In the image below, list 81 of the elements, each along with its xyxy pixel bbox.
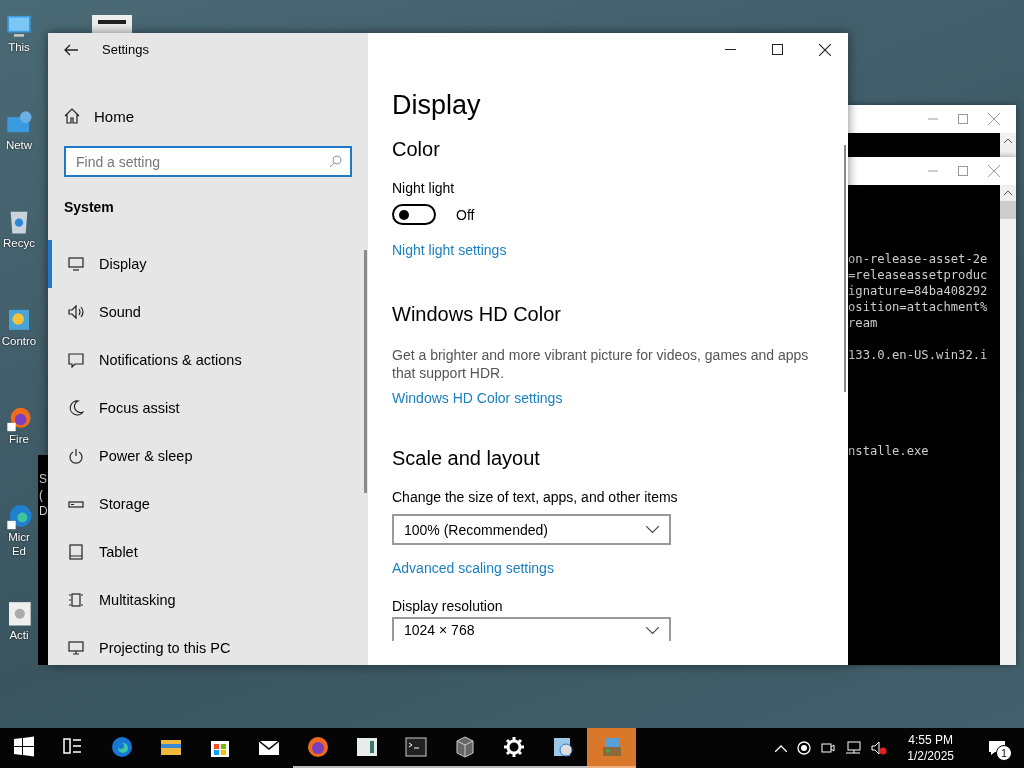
link[interactable]: Night light settings bbox=[392, 242, 507, 258]
window-title: Settings bbox=[102, 42, 149, 57]
setting-label: Change the size of text, apps, and other items bbox=[392, 489, 678, 505]
chevron-down-icon bbox=[646, 626, 659, 634]
nav-icon bbox=[68, 592, 84, 608]
link[interactable]: Advanced scaling settings bbox=[392, 560, 554, 576]
scroll-thumb[interactable] bbox=[1000, 201, 1016, 219]
nav-item[interactable]: Focus assist bbox=[48, 384, 366, 432]
chevron-up-icon[interactable] bbox=[1004, 138, 1012, 143]
console-text: ( bbox=[39, 487, 44, 503]
desktop-icon-label: Acti bbox=[8, 628, 30, 642]
desktop-icon-label: Fire bbox=[8, 432, 30, 446]
nav-icon bbox=[68, 256, 84, 272]
nav-item[interactable]: Tablet bbox=[48, 528, 366, 576]
chevron-up-icon[interactable] bbox=[1004, 190, 1012, 195]
nav-icon bbox=[68, 544, 84, 560]
setting-label: Night light bbox=[392, 180, 455, 196]
muted-speaker-icon[interactable] bbox=[871, 741, 888, 755]
clock[interactable]: 4:55 PM 1/2/2025 bbox=[907, 732, 954, 764]
nav-item[interactable]: Multitasking bbox=[48, 576, 366, 624]
dropdown[interactable]: 100% (Recommended) bbox=[392, 514, 671, 545]
nav-icon bbox=[68, 448, 84, 464]
nav-icon bbox=[68, 352, 84, 368]
notification-button[interactable]: 1 bbox=[982, 733, 1012, 763]
chevron-down-icon bbox=[646, 526, 659, 533]
notification-count: 1 bbox=[996, 745, 1012, 761]
scroll-bar[interactable] bbox=[1000, 133, 1016, 157]
console-text: 133.0.en-US.win32.i bbox=[848, 347, 989, 363]
desktop-icon-label: Micr Ed bbox=[7, 530, 31, 558]
search-field[interactable]: Find a setting bbox=[64, 146, 352, 177]
close-icon[interactable] bbox=[819, 43, 831, 56]
windows-logo-icon bbox=[12, 735, 36, 759]
console-text: =releaseassetproduc bbox=[848, 267, 989, 283]
desktop-icon-label: Contro bbox=[0, 334, 38, 348]
browser-icon bbox=[109, 735, 134, 759]
nav-icon bbox=[68, 304, 84, 320]
desktop-icon-label: Netw bbox=[4, 138, 34, 152]
scroll-bar[interactable] bbox=[364, 250, 367, 493]
desktop-icon-label: This bbox=[7, 40, 31, 54]
fox-icon bbox=[305, 735, 330, 759]
search-icon bbox=[329, 155, 342, 168]
link[interactable]: Windows HD Color settings bbox=[392, 390, 563, 406]
scroll-bar[interactable] bbox=[1000, 185, 1016, 665]
console-text: ignature=84ba408292 bbox=[848, 283, 989, 299]
network-icon[interactable] bbox=[845, 741, 862, 755]
back-button[interactable] bbox=[64, 43, 78, 56]
desktop-icon-label: Recyc bbox=[2, 236, 36, 250]
dropdown[interactable]: 1024 × 768 bbox=[392, 617, 671, 641]
page-title: Display bbox=[392, 90, 481, 121]
console-text: on-release-asset-2e bbox=[848, 251, 989, 267]
camera-icon[interactable] bbox=[821, 741, 836, 755]
section-heading: Windows HD Color bbox=[392, 303, 561, 326]
scroll-bar[interactable] bbox=[844, 145, 846, 392]
section-heading: System bbox=[64, 199, 115, 215]
description: Get a brighter and more vibrant picture for videos, games and apps that support HDR. bbox=[392, 346, 810, 382]
nav-item[interactable]: Projecting to this PC bbox=[48, 624, 366, 665]
console-text: D bbox=[39, 503, 48, 519]
nav-item[interactable]: Notifications & actions bbox=[48, 336, 366, 384]
console-text: osition=attachment% bbox=[848, 299, 989, 315]
notepad-icon bbox=[354, 735, 379, 759]
nav-icon bbox=[68, 640, 84, 656]
toggle-state: Off bbox=[456, 206, 475, 223]
record-icon[interactable] bbox=[797, 741, 812, 755]
nav-item[interactable]: Sound bbox=[48, 288, 366, 336]
back-arrow-icon bbox=[64, 43, 78, 56]
console-text: S bbox=[39, 471, 48, 487]
terminal-icon bbox=[403, 735, 428, 759]
section-heading: Scale and layout bbox=[392, 447, 540, 470]
gear-icon bbox=[501, 735, 526, 759]
printer-icon[interactable] bbox=[92, 15, 132, 33]
nav-icon bbox=[68, 400, 84, 416]
setting-label: Display resolution bbox=[392, 598, 503, 614]
section-heading: Color bbox=[392, 138, 440, 161]
home-icon bbox=[64, 108, 80, 124]
nav-item[interactable]: Power & sleep bbox=[48, 432, 366, 480]
console-text: nstalle.exe bbox=[848, 443, 930, 459]
home-nav-item[interactable]: Home bbox=[64, 104, 368, 128]
maximize-icon[interactable] bbox=[772, 44, 783, 55]
nav-item[interactable]: Storage bbox=[48, 480, 366, 528]
console-text: ream bbox=[848, 315, 879, 331]
toggle-switch[interactable] bbox=[392, 204, 436, 225]
